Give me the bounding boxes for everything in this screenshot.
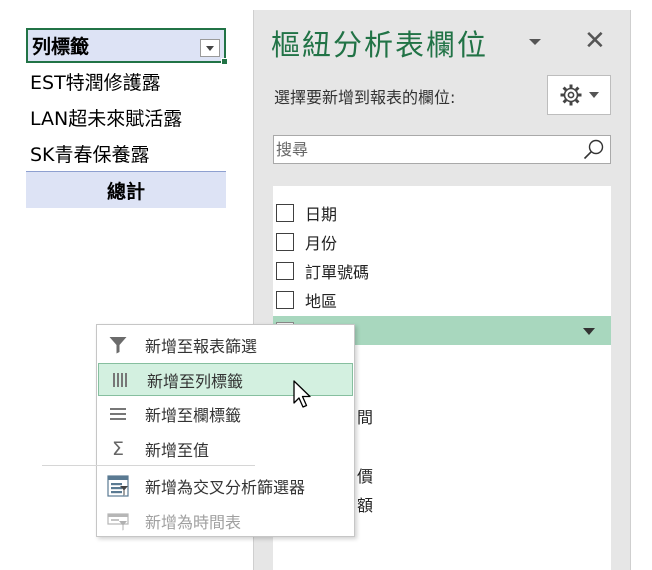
chevron-down-icon (206, 45, 214, 51)
chevron-down-icon[interactable] (583, 328, 595, 335)
field-checkbox[interactable] (276, 290, 294, 309)
field-label-partial: 額 (357, 496, 374, 515)
field-context-menu: 新增至報表篩選 新增至列標籤 新增至欄標籤 Σ 新增至值 新增為交叉分析篩選器 … (96, 324, 355, 537)
slicer-icon (107, 474, 129, 497)
field-item-order-number[interactable]: 訂單號碼 (273, 256, 611, 285)
pivot-row-item[interactable]: SK青春保養露 (26, 135, 226, 171)
pivot-row-item[interactable]: EST特潤修護露 (26, 63, 226, 99)
field-label: 日期 (305, 204, 338, 224)
menu-item-label: 新增至欄標籤 (145, 405, 242, 425)
menu-item-add-to-values[interactable]: Σ 新增至值 (97, 432, 354, 465)
gear-icon (560, 84, 582, 106)
row-labels-header-cell[interactable]: 列標籤 (26, 28, 228, 65)
field-checkbox[interactable] (276, 261, 294, 280)
field-item-region[interactable]: 地區 (273, 285, 611, 314)
timeline-icon (107, 512, 129, 530)
column-labels-icon (110, 407, 126, 420)
menu-item-label: 新增為交叉分析篩選器 (145, 477, 306, 497)
field-item-month[interactable]: 月份 (273, 227, 611, 256)
menu-item-add-to-report-filter[interactable]: 新增至報表篩選 (97, 328, 354, 361)
row-labels-filter-button[interactable] (200, 39, 220, 57)
sigma-icon: Σ (111, 437, 124, 460)
menu-item-add-as-timeline: 新增為時間表 (97, 504, 354, 537)
row-labels-header-label: 列標籤 (32, 36, 90, 58)
selection-fill-handle[interactable] (221, 58, 228, 65)
pane-options-dropdown-icon[interactable] (529, 39, 541, 45)
menu-item-label: 新增至報表篩選 (145, 336, 258, 356)
field-search-input[interactable] (276, 138, 576, 160)
pane-subtitle: 選擇要新增到報表的欄位: (274, 88, 456, 107)
menu-item-label: 新增至列標籤 (147, 371, 244, 391)
close-icon[interactable]: ✕ (584, 27, 606, 55)
field-item-date[interactable]: 日期 (273, 198, 611, 227)
field-search-box[interactable] (273, 135, 611, 164)
pane-title: 樞紐分析表欄位 (271, 28, 489, 62)
pivot-table: 列標籤 EST特潤修護露 LAN超未來賦活露 SK青春保養露 總計 (26, 28, 228, 208)
menu-item-add-as-slicer[interactable]: 新增為交叉分析篩選器 (97, 469, 354, 502)
menu-item-label: 新增為時間表 (145, 512, 242, 532)
search-icon[interactable] (582, 138, 606, 162)
pivot-row-item[interactable]: LAN超未來賦活露 (26, 99, 226, 135)
menu-separator (42, 465, 255, 466)
field-checkbox[interactable] (276, 203, 294, 222)
mouse-pointer-icon (293, 380, 311, 408)
field-label-partial: 價 (357, 467, 374, 486)
row-labels-icon (113, 372, 127, 387)
field-label-partial: 間 (357, 408, 374, 427)
filter-icon (109, 336, 127, 353)
field-label: 訂單號碼 (305, 262, 370, 282)
field-label: 月份 (305, 233, 338, 253)
menu-item-label: 新增至值 (145, 440, 210, 460)
chevron-down-icon (589, 92, 599, 98)
field-checkbox[interactable] (276, 232, 294, 251)
menu-item-add-to-column-labels[interactable]: 新增至欄標籤 (97, 397, 354, 430)
field-list-settings-button[interactable] (547, 75, 611, 115)
field-label: 地區 (305, 291, 338, 311)
grand-total-row[interactable]: 總計 (26, 171, 226, 208)
